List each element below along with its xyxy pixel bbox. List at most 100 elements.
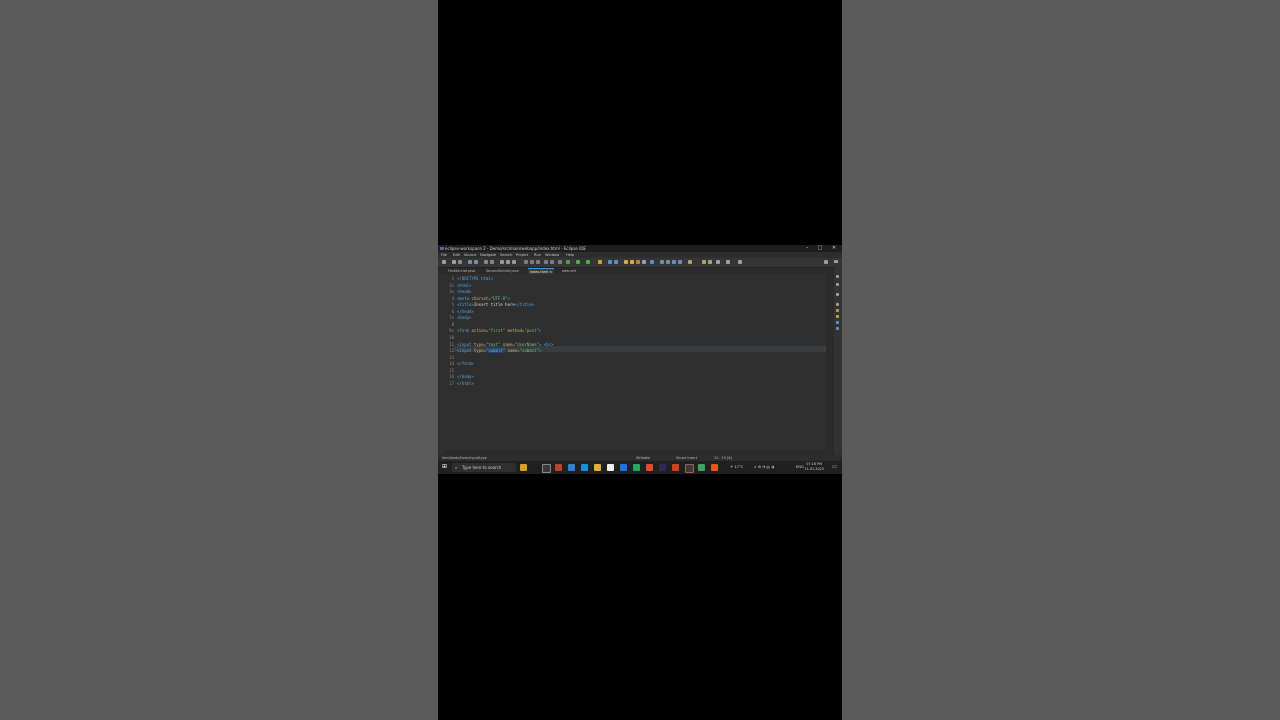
forward-icon[interactable] [726, 260, 730, 264]
code-text[interactable]: <input type="submit" name="submit"> [457, 348, 541, 354]
excel-icon[interactable] [633, 464, 640, 471]
line-number: 11 [449, 341, 454, 347]
code-editor[interactable]: 1 <!DOCTYPE html> 2⊖ <html> 3⊖ <head> 4 <meta c… [444, 274, 828, 450]
code-text[interactable]: <meta charset="UTF-8"> [457, 296, 510, 302]
next-annotation-icon[interactable] [702, 260, 706, 264]
open-icon[interactable] [468, 260, 472, 264]
eclipse-taskbar-icon[interactable] [659, 464, 666, 471]
window-title: eclipse-workspace 2 - Demo/src/main/weba… [445, 246, 586, 251]
app-icon-5[interactable] [698, 464, 705, 471]
minimize-button[interactable]: – [802, 245, 812, 252]
file-explorer-icon[interactable] [594, 464, 601, 471]
code-text[interactable]: </head> [457, 309, 474, 315]
wrench-icon[interactable] [558, 260, 562, 264]
javadoc-icon[interactable] [836, 303, 839, 306]
skip-icon[interactable] [484, 260, 488, 264]
servers-icon[interactable] [836, 321, 839, 324]
step-return-icon[interactable] [536, 260, 540, 264]
line-number: 3⊖ [449, 289, 454, 295]
notification-icon[interactable]: ▭ [832, 464, 838, 470]
code-text[interactable]: <input type="text" name="UserName"> <br> [457, 342, 553, 348]
copilot-icon[interactable] [520, 464, 527, 471]
prev-annotation-icon[interactable] [688, 260, 692, 264]
perspective-java-icon[interactable] [824, 260, 828, 264]
terminal-icon[interactable] [474, 260, 478, 264]
app-icon-1[interactable] [555, 464, 562, 471]
console-icon[interactable] [836, 315, 839, 318]
line-number: 14 [449, 361, 454, 367]
back-icon[interactable] [716, 260, 720, 264]
line-number: 2⊖ [449, 282, 454, 288]
app-icon-4[interactable] [685, 464, 694, 473]
open-type-icon[interactable] [624, 260, 628, 264]
app-icon-2[interactable] [568, 464, 575, 471]
code-text[interactable]: <title>Insert title here</title> [457, 302, 534, 308]
language-indicator[interactable]: ENG [796, 461, 804, 474]
vertical-scrollbar[interactable] [826, 274, 829, 450]
drop-frame-icon[interactable] [544, 260, 548, 264]
line-number: 7⊖ [449, 315, 454, 321]
coverage-icon[interactable] [566, 260, 570, 264]
outline-icon[interactable] [836, 275, 839, 278]
open-task-icon[interactable] [630, 260, 634, 264]
code-text[interactable]: </form> [457, 361, 474, 367]
tray-icons[interactable]: ∧ ⚙ ◔ ▤ ◑ [754, 461, 774, 474]
window-titlebar: eclipse-workspace 2 - Demo/src/main/weba… [438, 245, 842, 252]
windows-taskbar: ⊞ ⌕ Type here to search ☀ 17°C ∧ ⚙ ◔ ▤ ◑… [438, 461, 842, 474]
external-tools-icon[interactable] [598, 260, 602, 264]
taskbar-search-box[interactable]: ⌕ Type here to search [452, 463, 516, 472]
code-text[interactable]: </html> [457, 381, 474, 387]
toggle-block-icon[interactable] [666, 260, 670, 264]
store-icon[interactable] [607, 464, 614, 471]
annotation-icon[interactable] [650, 260, 654, 264]
outlook-icon[interactable] [620, 464, 627, 471]
step-over-icon[interactable] [530, 260, 534, 264]
left-blur-panel [0, 0, 438, 720]
new-icon[interactable] [442, 260, 446, 264]
data-source-icon[interactable] [836, 327, 839, 330]
task-view-icon[interactable] [542, 464, 551, 473]
step-into-icon[interactable] [524, 260, 528, 264]
close-button[interactable]: ✕ [829, 245, 839, 252]
code-text[interactable]: <html> [457, 283, 471, 289]
stop-icon[interactable] [512, 260, 516, 264]
maximize-button[interactable]: □ [815, 245, 825, 252]
chrome-icon[interactable] [646, 464, 653, 471]
task-list-icon[interactable] [836, 283, 839, 286]
toggle-mark-icon[interactable] [660, 260, 664, 264]
app-icon-3[interactable] [672, 464, 679, 471]
step-icon[interactable] [490, 260, 494, 264]
code-text[interactable]: <!DOCTYPE html> [457, 276, 493, 282]
save-icon[interactable] [452, 260, 456, 264]
line-number: 6 [451, 308, 454, 314]
pause-icon[interactable] [506, 260, 510, 264]
edge-icon[interactable] [581, 464, 588, 471]
line-number: 17 [449, 380, 454, 386]
code-text[interactable]: <body> [457, 315, 471, 321]
search-toolbar-icon[interactable] [636, 260, 640, 264]
filter-icon[interactable] [550, 260, 554, 264]
pen-icon[interactable] [642, 260, 646, 264]
taskbar-clock[interactable]: 07:18 PM 11-01-2025 [804, 462, 824, 472]
problems-icon[interactable] [836, 293, 839, 296]
line-number: 10 [449, 334, 454, 340]
debug-icon[interactable] [576, 260, 580, 264]
code-text[interactable]: <form action="first" method="post"> [457, 328, 541, 334]
windows-start-icon[interactable]: ⊞ [442, 464, 448, 470]
resume-icon[interactable] [500, 260, 504, 264]
weather-widget[interactable]: ☀ 17°C [730, 461, 743, 474]
toggle-whitespace-icon[interactable] [672, 260, 676, 264]
pin-editor-icon[interactable] [738, 260, 742, 264]
show-whitespace-icon[interactable] [678, 260, 682, 264]
save-all-icon[interactable] [458, 260, 462, 264]
last-edit-icon[interactable] [708, 260, 712, 264]
new-package-icon[interactable] [608, 260, 612, 264]
run-icon[interactable] [586, 260, 590, 264]
code-text[interactable]: <head> [457, 289, 471, 295]
new-class-icon[interactable] [614, 260, 618, 264]
app-icon-6[interactable] [711, 464, 718, 471]
weather-icon: ☀ [730, 465, 734, 469]
declaration-icon[interactable] [836, 309, 839, 312]
code-text[interactable]: </body> [457, 374, 474, 380]
eclipse-screen: eclipse-workspace 2 - Demo/src/main/weba… [438, 245, 842, 474]
